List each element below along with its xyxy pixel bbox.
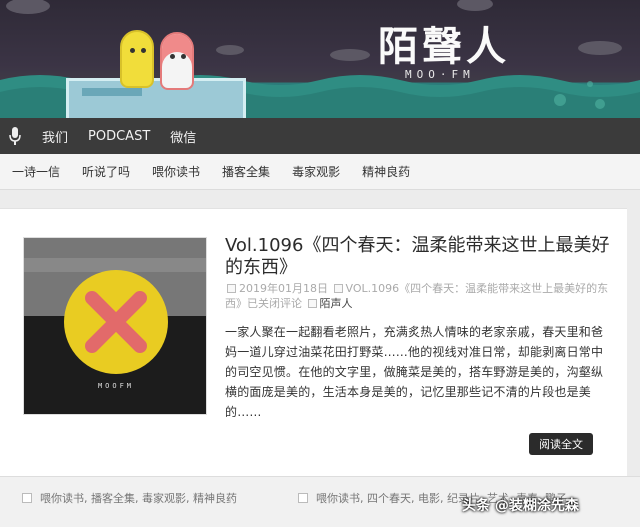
read-more-button[interactable]: 阅读全文 (529, 433, 593, 455)
post-date: 2019年01月18日 (239, 282, 328, 295)
post-excerpt: 一家人聚在一起翻看老照片，充满炙热人情味的老家亲戚，春天里和爸妈一道儿穿过油菜花… (225, 325, 604, 419)
category-poem-letter[interactable]: 一诗一信 (12, 163, 60, 180)
red-mascot-icon (160, 32, 194, 90)
footer-categories-text[interactable]: 喂你读书, 播客全集, 毒家观影, 精神良药 (40, 490, 237, 506)
cloud-icons (6, 0, 622, 61)
post-meta: 2019年01月18日 VOL.1096《四个春天：温柔能带来这世上最美好的东西… (225, 281, 615, 311)
post-title[interactable]: Vol.1096《四个春天：温柔能带来这世上最美好的东西》 (225, 235, 615, 279)
category-medicine[interactable]: 精神良药 (362, 163, 410, 180)
nav-item-about[interactable]: 我们 (42, 127, 68, 146)
calendar-icon (227, 284, 236, 293)
site-logo[interactable]: 陌聲人 (378, 14, 528, 74)
tag-icon (298, 493, 308, 503)
nav-item-podcast[interactable]: PODCAST (88, 129, 150, 144)
folder-icon (22, 493, 32, 503)
main-nav: 我们 PODCAST 微信 (0, 118, 640, 154)
comment-icon (333, 284, 343, 293)
microphone-icon (0, 118, 30, 154)
post-card: MOOFM Vol.1096《四个春天：温柔能带来这世上最美好的东西》 2019… (0, 208, 627, 476)
site-subtitle: MOO·FM (405, 68, 475, 81)
category-movies[interactable]: 毒家观影 (292, 163, 340, 180)
author-icon (307, 299, 317, 308)
category-all-podcasts[interactable]: 播客全集 (222, 163, 270, 180)
yellow-mascot-icon (120, 30, 154, 88)
watermark-text: 头条 @装糊涂先森 (462, 498, 579, 514)
post-author[interactable]: 陌声人 (320, 297, 353, 310)
thumbnail-image: MOOFM (24, 238, 206, 414)
category-reading[interactable]: 喂你读书 (152, 163, 200, 180)
nav-item-wechat[interactable]: 微信 (170, 127, 196, 146)
thumbnail-label: MOOFM (98, 382, 134, 390)
post-thumbnail[interactable]: MOOFM (23, 237, 207, 415)
category-heard[interactable]: 听说了吗 (82, 163, 130, 180)
header-banner: 陌聲人 MOO·FM (0, 0, 640, 118)
category-nav: 一诗一信 听说了吗 喂你读书 播客全集 毒家观影 精神良药 (0, 154, 640, 190)
footer-categories: 喂你读书, 播客全集, 毒家观影, 精神良药 (22, 490, 237, 506)
radio-console-illustration (66, 78, 246, 118)
site-logo-text: 陌聲人 (378, 23, 510, 70)
